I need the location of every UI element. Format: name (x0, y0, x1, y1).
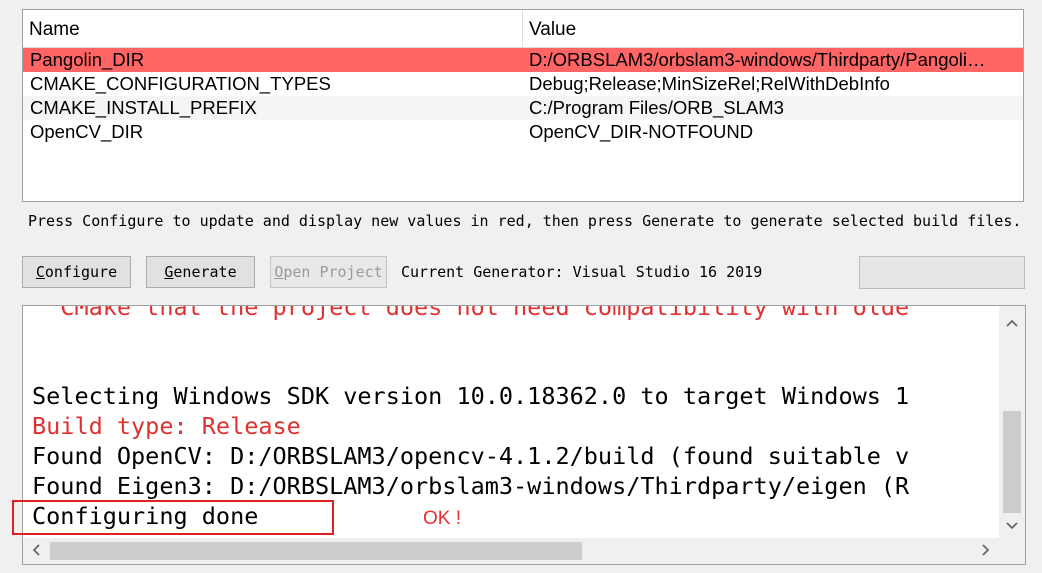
column-header-name[interactable]: Name (23, 10, 523, 47)
cache-entry-value[interactable]: C:/Program Files/ORB_SLAM3 (523, 96, 1023, 120)
configure-label: onfigure (44, 263, 118, 281)
cache-entry-name[interactable]: Pangolin_DIR (23, 48, 523, 72)
log-line: Selecting Windows SDK version 10.0.18362… (32, 382, 910, 410)
table-row[interactable]: CMAKE_INSTALL_PREFIX C:/Program Files/OR… (23, 96, 1023, 120)
cache-entry-name[interactable]: CMAKE_INSTALL_PREFIX (23, 96, 523, 120)
open-project-label: pen Project (283, 263, 383, 281)
log-line: CMake that the project does not need com… (32, 305, 910, 321)
table-header: Name Value (23, 10, 1023, 47)
highlight-box (12, 500, 334, 535)
generate-label: enerate (173, 263, 237, 281)
table-row[interactable]: CMAKE_CONFIGURATION_TYPES Debug;Release;… (23, 72, 1023, 96)
generate-button[interactable]: Generate (146, 256, 255, 288)
vertical-scroll-thumb[interactable] (1003, 411, 1021, 513)
progress-bar (859, 256, 1025, 289)
configure-mnemonic: C (35, 263, 45, 281)
table-row[interactable]: OpenCV_DIR OpenCV_DIR-NOTFOUND (23, 120, 1023, 144)
vertical-scrollbar[interactable] (999, 306, 1025, 539)
log-line: Build type: Release (32, 412, 301, 440)
cache-entry-name[interactable]: OpenCV_DIR (23, 120, 523, 144)
table-row[interactable]: Pangolin_DIR D:/ORBSLAM3/orbslam3-window… (23, 48, 1023, 72)
open-project-button[interactable]: Open Project (270, 256, 387, 288)
horizontal-scrollbar[interactable] (23, 538, 1025, 564)
configure-hint-text: Press Configure to update and display ne… (28, 212, 1022, 230)
cache-entry-value[interactable]: D:/ORBSLAM3/orbslam3-windows/Thirdparty/… (523, 48, 1023, 72)
chevron-right-icon[interactable] (973, 538, 999, 564)
log-line: Found OpenCV: D:/ORBSLAM3/opencv-4.1.2/b… (32, 442, 910, 470)
cache-entry-name[interactable]: CMAKE_CONFIGURATION_TYPES (23, 72, 523, 96)
column-header-value[interactable]: Value (523, 10, 1023, 47)
scrollbar-corner (999, 538, 1025, 564)
configure-button[interactable]: Configure (22, 256, 131, 288)
chevron-left-icon[interactable] (23, 538, 49, 564)
cache-table[interactable]: Name Value Pangolin_DIR D:/ORBSLAM3/orbs… (22, 9, 1024, 202)
annotation-ok-text: OK ! (423, 508, 462, 529)
chevron-up-icon[interactable] (999, 309, 1025, 335)
log-line: Found Eigen3: D:/ORBSLAM3/orbslam3-windo… (32, 472, 910, 500)
cache-entry-value[interactable]: Debug;Release;MinSizeRel;RelWithDebInfo (523, 72, 1023, 96)
open-project-mnemonic: O (274, 263, 284, 281)
current-generator-label: Current Generator: Visual Studio 16 2019 (401, 263, 763, 281)
cache-entry-value[interactable]: OpenCV_DIR-NOTFOUND (523, 120, 1023, 144)
chevron-down-icon[interactable] (999, 512, 1025, 538)
horizontal-scroll-thumb[interactable] (50, 542, 582, 560)
